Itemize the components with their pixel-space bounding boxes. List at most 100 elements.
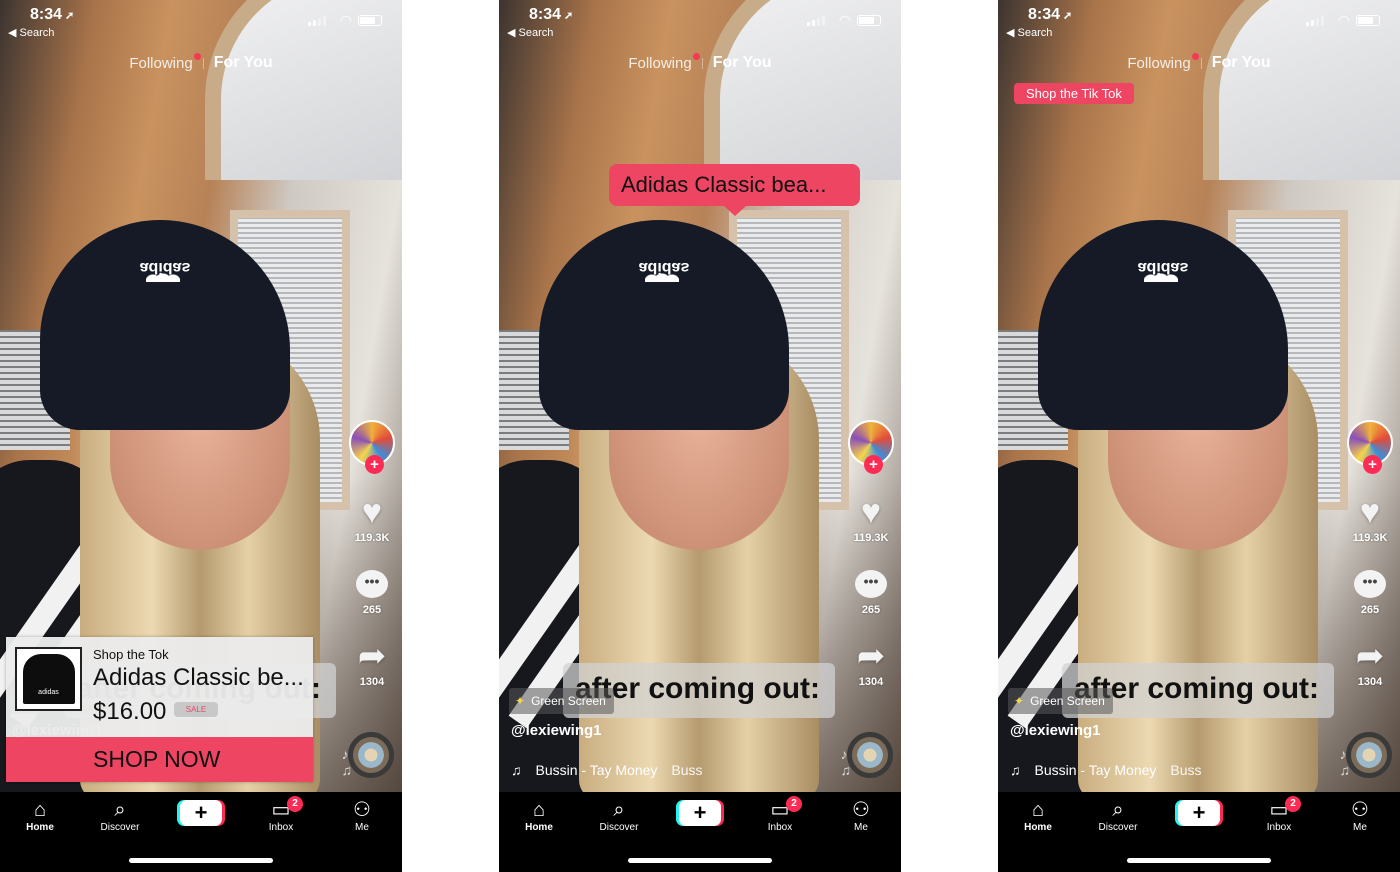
tab-following[interactable]: Following	[628, 52, 700, 72]
tab-for-you[interactable]: For You	[214, 54, 273, 72]
shop-card[interactable]: adidas Shop the Tok Adidas Classic be...…	[6, 637, 313, 782]
status-bar: 8:34 ➚ ◀ Search ◠	[499, 0, 901, 48]
back-to-search-link[interactable]: ◀ Search	[1006, 26, 1052, 39]
creator-avatar[interactable]: +	[1347, 420, 1393, 474]
create-video-button[interactable]: +	[180, 800, 222, 826]
cellular-signal-icon	[807, 16, 825, 26]
music-note-icon: ♫	[1010, 762, 1021, 778]
share-button[interactable]: ➦ 1304	[1356, 638, 1385, 688]
tab-following[interactable]: Following	[129, 52, 201, 72]
create-video-button[interactable]: +	[679, 800, 721, 826]
share-count: 1304	[359, 676, 385, 688]
wifi-icon: ◠	[339, 12, 352, 28]
home-icon: ⌂	[532, 799, 546, 821]
nav-inbox[interactable]: ▭ Inbox 2	[241, 796, 321, 833]
phone-screen-tooltip: adidas 8:34 ➚ ◀ Search ◠ Following For Yo…	[499, 0, 901, 872]
nav-discover[interactable]: ⌕ Discover	[1078, 798, 1158, 833]
magic-wand-icon: ✦	[1014, 694, 1025, 708]
sound-info[interactable]: ♫Bussin - Tay MoneyBuss	[511, 762, 703, 778]
feed-tabs: Following For You	[0, 52, 402, 72]
location-arrow-icon: ➚	[1063, 10, 1073, 22]
status-bar: 8:34 ➚ ◀ Search ◠	[998, 0, 1400, 48]
nav-home[interactable]: ⌂ Home	[998, 798, 1078, 833]
location-arrow-icon: ➚	[65, 10, 75, 22]
product-thumbnail: adidas	[15, 647, 82, 711]
tab-divider	[1200, 57, 1202, 69]
inbox-badge: 2	[1285, 796, 1301, 812]
creator-avatar[interactable]: +	[349, 420, 395, 474]
magic-wand-icon: ✦	[515, 694, 526, 708]
nav-inbox[interactable]: ▭ Inbox 2	[740, 796, 820, 833]
sound-disc[interactable]	[847, 732, 893, 778]
home-icon: ⌂	[1031, 799, 1045, 821]
status-time: 8:34 ➚	[30, 6, 75, 23]
new-content-dot	[193, 52, 201, 60]
status-time: 8:34 ➚	[529, 6, 574, 23]
cellular-signal-icon	[1306, 16, 1324, 26]
nav-me[interactable]: ⚇ Me	[322, 798, 402, 833]
tab-for-you[interactable]: For You	[713, 54, 772, 72]
username-link[interactable]: @lexiewing1	[1010, 722, 1101, 739]
nav-me[interactable]: ⚇ Me	[1320, 798, 1400, 833]
inbox-badge: 2	[786, 796, 802, 812]
comment-button[interactable]: ••• 265	[855, 566, 887, 616]
nav-discover[interactable]: ⌕ Discover	[579, 798, 659, 833]
action-rail: + ♥ 119.3K ••• 265 ➦ 1304	[846, 420, 896, 688]
like-button[interactable]: ♥ 119.3K	[854, 494, 889, 544]
nav-discover[interactable]: ⌕ Discover	[80, 798, 160, 833]
shop-kicker: Shop the Tok	[93, 647, 169, 662]
share-count: 1304	[1357, 676, 1383, 688]
beanie-logo-text: adidas	[139, 259, 191, 276]
nav-inbox[interactable]: ▭ Inbox 2	[1239, 796, 1319, 833]
new-content-dot	[692, 52, 700, 60]
effect-tag[interactable]: ✦Green Screen	[509, 688, 614, 714]
username-link[interactable]: @lexiewing1	[511, 722, 602, 739]
action-rail: + ♥ 119.3K ••• 265 ➦ 1304	[347, 420, 397, 688]
nav-me[interactable]: ⚇ Me	[821, 798, 901, 833]
follow-plus-button[interactable]: +	[864, 455, 883, 474]
tab-for-you[interactable]: For You	[1212, 54, 1271, 72]
home-indicator	[1127, 858, 1271, 863]
search-icon: ⌕	[613, 799, 625, 821]
nav-home[interactable]: ⌂ Home	[0, 798, 80, 833]
heart-icon: ♥	[860, 493, 882, 531]
follow-plus-button[interactable]: +	[1363, 455, 1382, 474]
like-button[interactable]: ♥ 119.3K	[355, 494, 390, 544]
home-indicator	[628, 858, 772, 863]
battery-icon	[1356, 15, 1380, 26]
comment-button[interactable]: ••• 265	[1354, 566, 1386, 616]
share-arrow-icon: ➦	[856, 637, 886, 675]
share-arrow-icon: ➦	[357, 637, 387, 675]
inbox-badge: 2	[287, 796, 303, 812]
shop-chip-button[interactable]: Shop the Tik Tok	[1014, 83, 1134, 104]
effect-tag[interactable]: ✦Green Screen	[1008, 688, 1113, 714]
back-to-search-link[interactable]: ◀ Search	[507, 26, 553, 39]
like-button[interactable]: ♥ 119.3K	[1353, 494, 1388, 544]
product-title[interactable]: Adidas Classic be...	[93, 664, 304, 692]
status-bar: 8:34 ➚ ◀ Search ◠	[0, 0, 402, 48]
sound-disc[interactable]	[1346, 732, 1392, 778]
comment-count: 265	[1360, 604, 1380, 616]
beanie-product-image: adidas	[22, 654, 75, 704]
product-tooltip[interactable]: Adidas Classic bea...	[609, 164, 860, 216]
nav-home[interactable]: ⌂ Home	[499, 798, 579, 833]
beanie-logo-text: adidas	[1137, 259, 1189, 276]
share-button[interactable]: ➦ 1304	[358, 638, 387, 688]
tab-divider	[701, 57, 703, 69]
comment-button[interactable]: ••• 265	[356, 566, 388, 616]
creator-avatar[interactable]: +	[848, 420, 894, 474]
tab-following[interactable]: Following	[1127, 52, 1199, 72]
inbox-icon: ▭	[1269, 799, 1289, 821]
cellular-signal-icon	[308, 16, 326, 26]
comment-icon: •••	[356, 570, 388, 598]
back-to-search-link[interactable]: ◀ Search	[8, 26, 54, 39]
follow-plus-button[interactable]: +	[365, 455, 384, 474]
share-button[interactable]: ➦ 1304	[857, 638, 886, 688]
profile-icon: ⚇	[1351, 799, 1369, 821]
sound-info[interactable]: ♫Bussin - Tay MoneyBuss	[1010, 762, 1202, 778]
shop-now-button[interactable]: SHOP NOW	[6, 737, 313, 782]
create-video-button[interactable]: +	[1178, 800, 1220, 826]
sound-disc[interactable]	[348, 732, 394, 778]
feed-tabs: Following For You	[998, 52, 1400, 72]
new-content-dot	[1191, 52, 1199, 60]
